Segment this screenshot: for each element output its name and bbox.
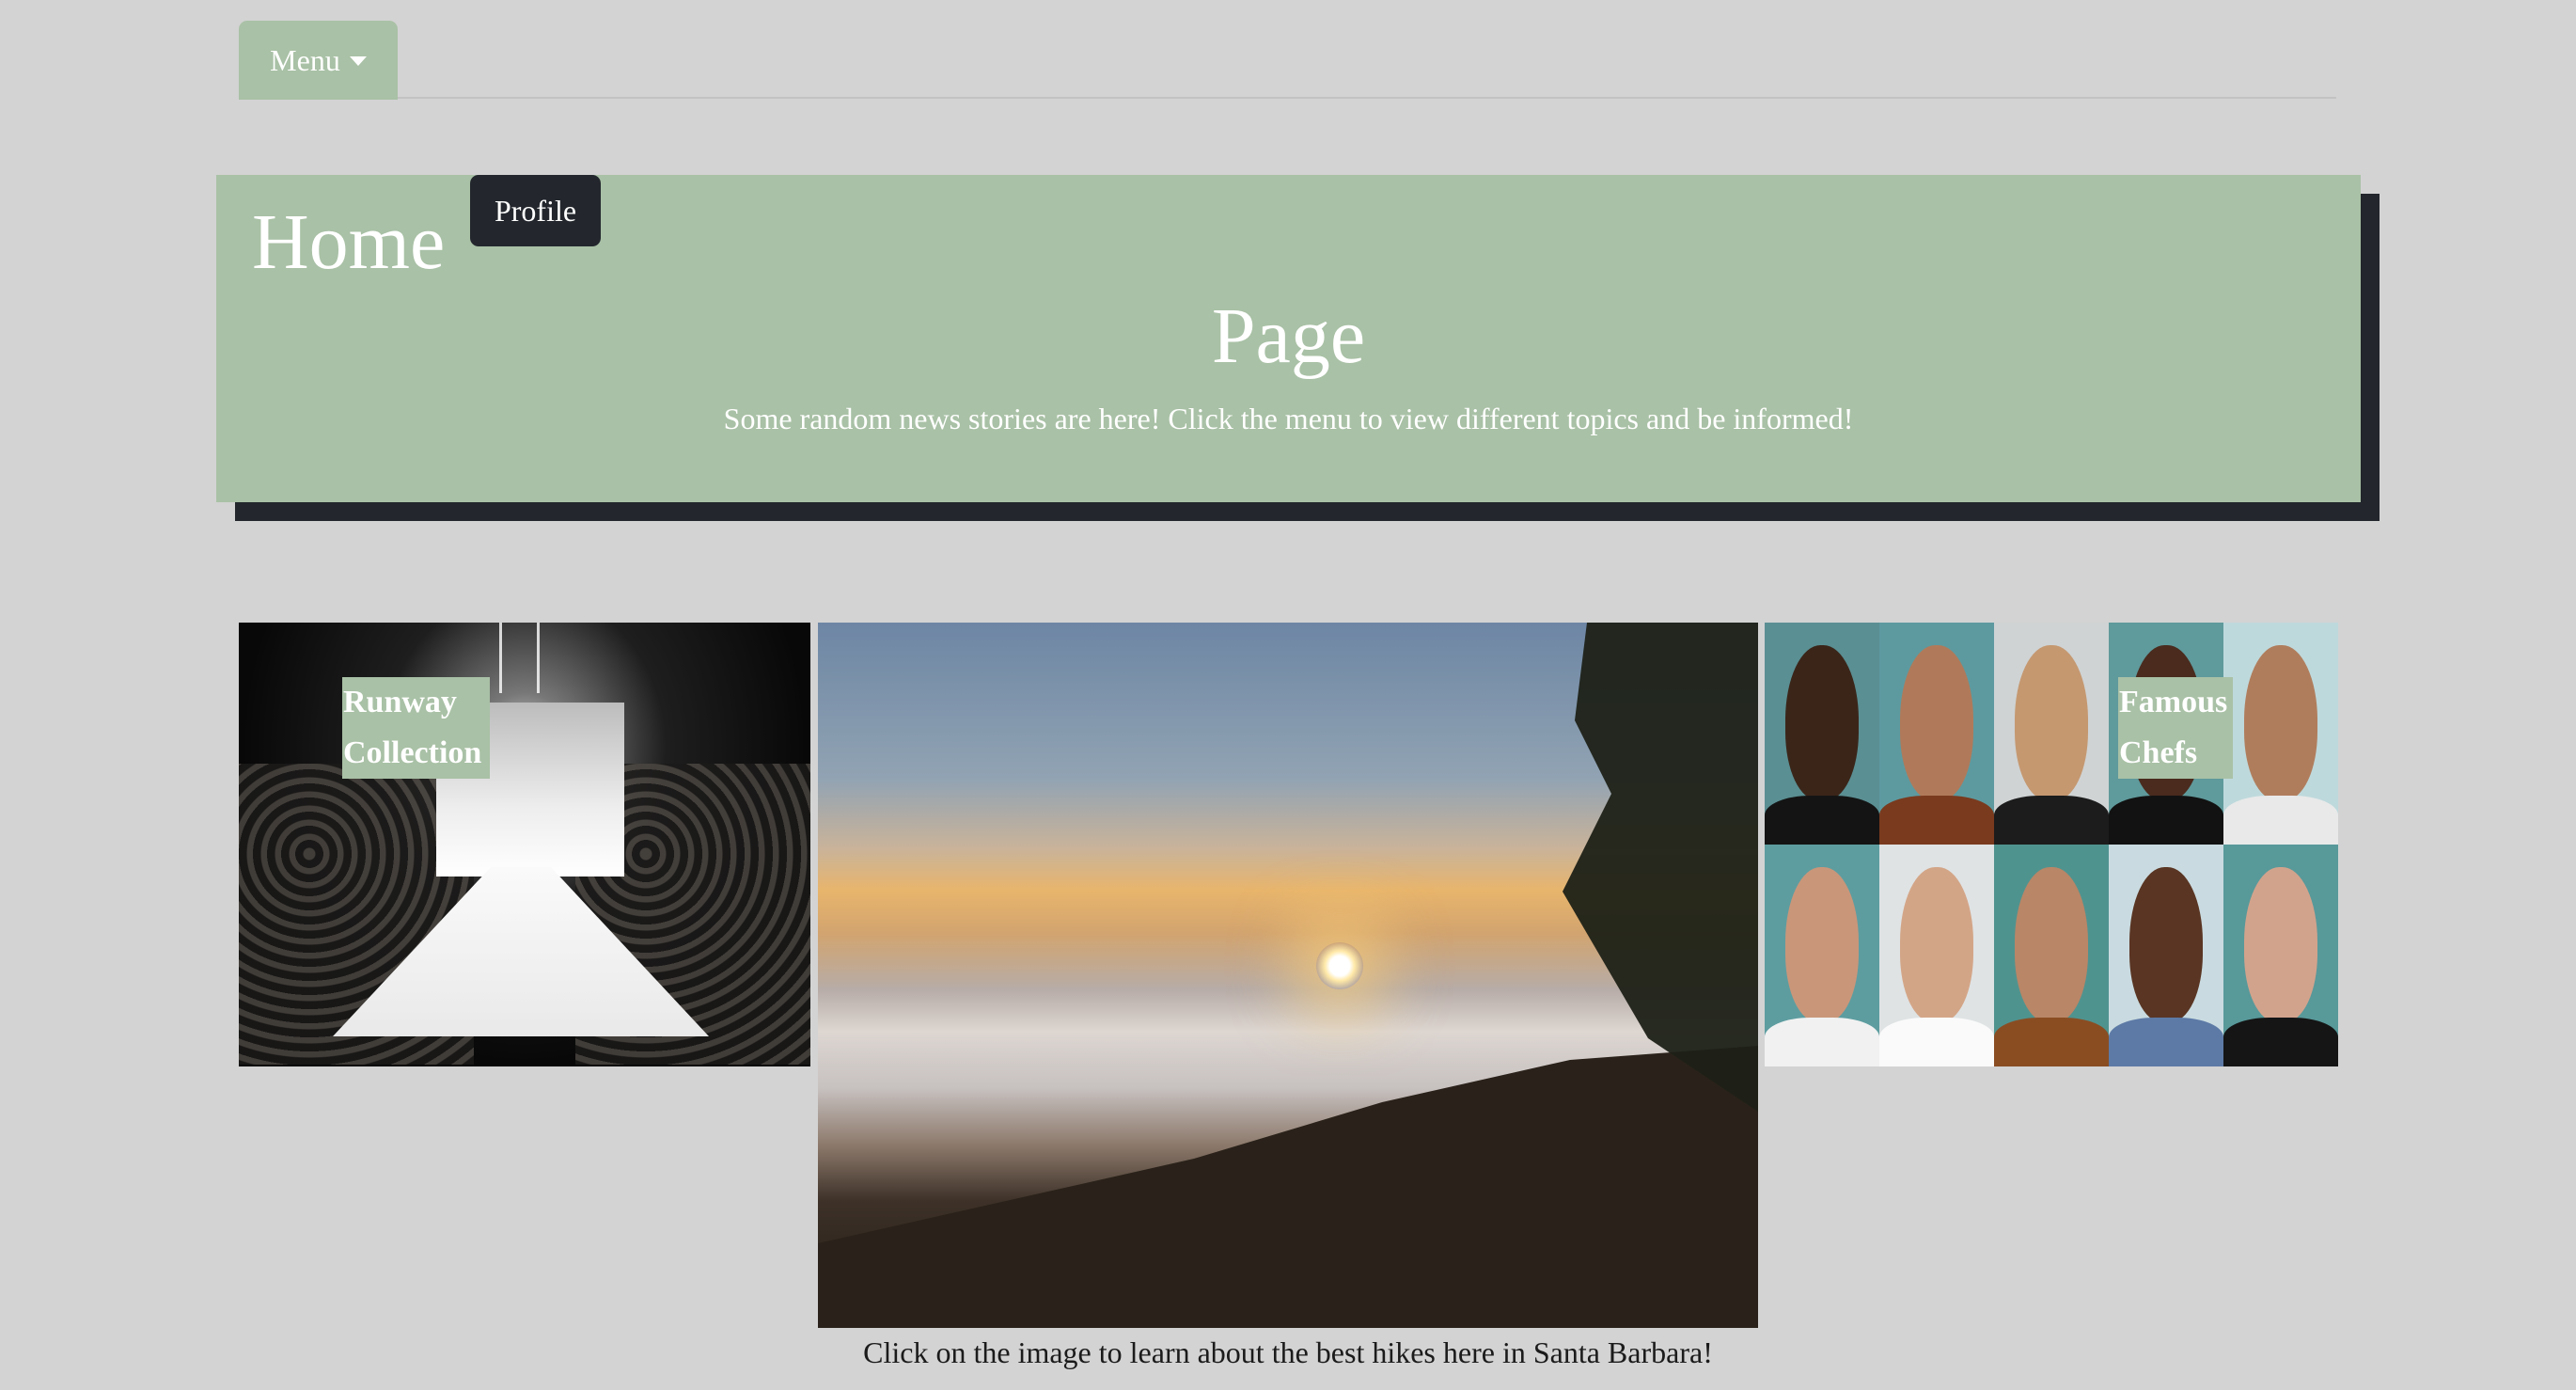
chef-portrait (1765, 623, 1879, 845)
santa-barbara-hike-image[interactable] (818, 623, 1758, 1328)
pine-tree (1563, 623, 1758, 1112)
menu-button-label: Menu (270, 42, 340, 77)
stage-lights (488, 623, 573, 693)
chef-portrait (1879, 845, 1994, 1066)
chef-portrait (1994, 623, 2109, 845)
chef-portrait (2109, 845, 2223, 1066)
famous-chefs-label[interactable]: Famous Chefs (2118, 677, 2233, 779)
menu-dropdown-button[interactable]: Menu (239, 21, 398, 100)
hillside (818, 1046, 1758, 1328)
page-title-home: Home (252, 198, 446, 286)
famous-chefs-image[interactable]: Famous Chefs (1765, 623, 2338, 1066)
nav-divider (239, 97, 2336, 99)
profile-button[interactable]: Profile (470, 175, 601, 246)
runway-collection-image[interactable]: Runway Collection (239, 623, 810, 1066)
page-title-page: Page (1211, 292, 1366, 380)
sun (1316, 942, 1363, 989)
caret-down-icon (349, 56, 367, 66)
chef-portrait (1765, 845, 1879, 1066)
chef-portrait (1879, 623, 1994, 845)
runway-collection-label[interactable]: Runway Collection (342, 677, 490, 779)
chef-portrait (2223, 845, 2338, 1066)
hikes-caption: Click on the image to learn about the be… (863, 1335, 1713, 1369)
chef-portrait (2223, 623, 2338, 845)
hero-subtitle: Some random news stories are here! Click… (723, 402, 1854, 435)
chef-portrait (1994, 845, 2109, 1066)
